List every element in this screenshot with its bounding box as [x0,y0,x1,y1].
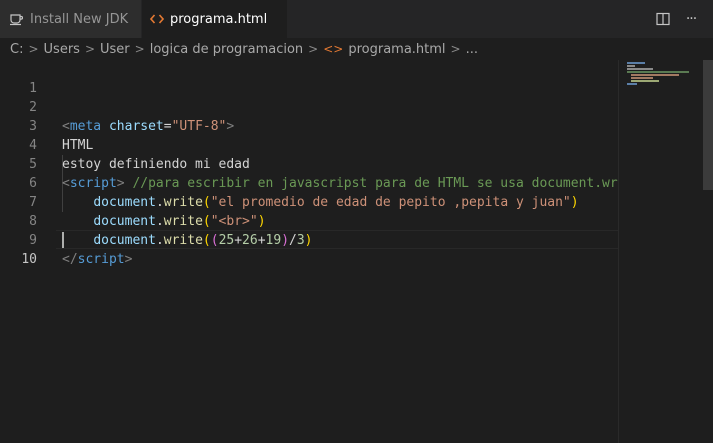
editor-actions: ··· [655,0,713,38]
scrollbar-thumb[interactable] [703,60,713,190]
breadcrumb-user[interactable]: User [100,42,130,57]
code-line: 5 <script> //para escribir en javascrips… [0,136,618,191]
tag-bracket: > [124,252,133,267]
breadcrumb-drive[interactable]: C: [10,42,23,57]
minimap-line [627,83,637,85]
breadcrumb-folder[interactable]: logica de programacion [150,42,303,57]
breadcrumb: C: > Users > User > logica de programaci… [0,38,713,60]
chevron-right-icon: > [134,42,145,56]
tab-programa-html[interactable]: programa.html [142,0,287,38]
minimap[interactable] [618,60,703,443]
code-line: 2 <meta charset="UTF-8"> [0,79,618,134]
chevron-right-icon: > [84,42,95,56]
html-file-icon [150,11,164,27]
minimap-line [631,74,679,76]
minimap-line [627,68,653,70]
html-file-icon: <> [323,42,344,56]
code-editor[interactable]: 1 2 <meta charset="UTF-8"> 3 HTML 4 esto… [0,60,618,443]
preview-icon [8,11,24,27]
minimap-line [627,71,689,73]
line-number: 10 [21,252,37,267]
split-editor-icon[interactable] [655,11,671,27]
minimap-line [631,80,659,82]
tag-bracket: </ [62,252,78,267]
more-actions-icon[interactable]: ··· [683,11,699,27]
code-line: 8 document.write((25+26+19)/3) [0,193,618,248]
tab-bar: Install New JDK programa.html ··· [0,0,713,38]
minimap-line [627,65,635,67]
code-line: 6 document.write("el promedio de edad de… [0,155,618,210]
code-line: 3 HTML [0,98,618,153]
tab-install-new-jdk[interactable]: Install New JDK [0,0,142,38]
tab-label: programa.html [170,11,268,27]
code-line: 4 estoy definiendo mi edad [0,117,618,172]
vertical-scrollbar[interactable] [703,60,713,443]
text-cursor [62,232,64,248]
minimap-line [631,77,653,79]
breadcrumb-users[interactable]: Users [44,42,80,57]
breadcrumb-symbols[interactable]: ... [466,42,478,57]
code-line: 1 [0,60,618,96]
tab-label: Install New JDK [30,11,129,27]
breadcrumb-file[interactable]: programa.html [348,42,445,57]
minimap-line [627,62,645,64]
chevron-right-icon: > [28,42,39,56]
code-line: 7 document.write("<br>") [0,174,618,229]
chevron-right-icon: > [450,42,461,56]
chevron-right-icon: > [308,42,319,56]
code-line: 9 </script> [0,212,618,267]
tag-name: script [77,252,125,267]
code-line: 10 [0,231,618,267]
